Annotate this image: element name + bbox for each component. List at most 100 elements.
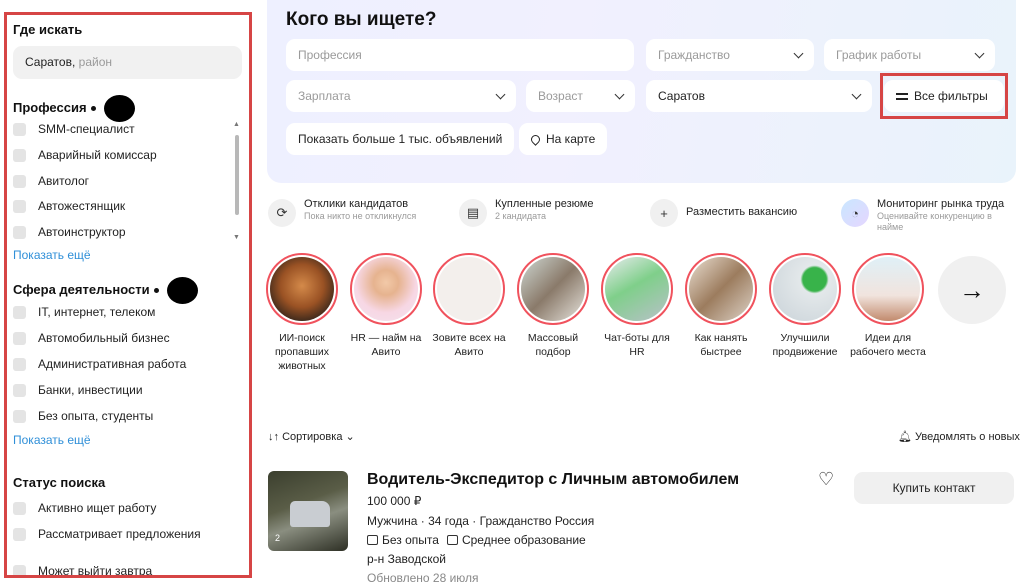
schedule-select[interactable]: График работы [824, 39, 995, 71]
checkbox[interactable] [13, 174, 26, 188]
story-item[interactable]: ИИ-поиск пропавших животных [262, 253, 342, 373]
filter-icon [896, 91, 908, 101]
favorite-heart-icon[interactable]: ♡ [818, 469, 834, 490]
sphere-option[interactable]: Банки, инвестиции [13, 381, 143, 399]
listing-price: 100 000 ₽ [367, 494, 422, 508]
profession-option[interactable]: SMM-специалист [13, 120, 135, 138]
sphere-option[interactable]: Автомобильный бизнес [13, 329, 170, 347]
briefcase-icon [367, 535, 378, 545]
sphere-option[interactable]: Без опыта, студенты [13, 407, 153, 425]
checkbox[interactable] [13, 527, 26, 541]
profession-option[interactable]: Автоинструктор [13, 223, 126, 241]
refresh-icon: ⟳ [268, 199, 296, 227]
story-item[interactable]: Чат-боты для HR [597, 253, 677, 359]
buy-contact-button[interactable]: Купить контакт [854, 472, 1014, 504]
story-item[interactable]: HR — найм на Авито [346, 253, 426, 359]
stories-next-button[interactable]: → [938, 256, 1006, 324]
listing-meta: Мужчина · 34 года · Гражданство Россия [367, 514, 595, 528]
listing-title[interactable]: Водитель-Экспедитор с Личным автомобилем [367, 471, 739, 489]
listing-photo[interactable]: 2 [268, 471, 348, 551]
checkbox[interactable] [13, 564, 26, 575]
on-map-button[interactable]: На карте [519, 123, 608, 155]
story-item[interactable]: Улучшили продвижение [765, 253, 845, 359]
profession-option[interactable]: Аварийный комиссар [13, 146, 157, 164]
profession-scrollbar[interactable]: ▲ ▼ [233, 121, 241, 241]
chevron-down-icon [851, 89, 862, 99]
citizenship-select[interactable]: Гражданство [646, 39, 814, 71]
story-item[interactable]: Как нанять быстрее [681, 253, 761, 359]
salary-select[interactable]: Зарплата [286, 80, 516, 112]
education-tag: Среднее образование [446, 533, 586, 547]
checkbox[interactable] [13, 305, 26, 319]
candidates-responses-action[interactable]: ⟳ Отклики кандидатов Пока никто не отклик… [268, 198, 416, 238]
profession-heading: Профессия [13, 95, 135, 122]
story-image [270, 257, 334, 321]
sphere-option[interactable]: Административная работа [13, 355, 186, 373]
checkbox[interactable] [13, 383, 26, 397]
bought-resumes-action[interactable]: ▤ Купленные резюме 2 кандидата [459, 198, 593, 238]
redaction-blob [166, 277, 198, 304]
filters-sidebar: Где искать Саратов, район Профессия SMM-… [4, 12, 252, 578]
indicator-dot [153, 288, 159, 293]
chart-icon: ◔ [841, 199, 869, 227]
story-image [689, 257, 753, 321]
profession-input[interactable]: Профессия [286, 39, 634, 71]
all-filters-button[interactable]: Все фильтры [884, 80, 1004, 112]
show-more-ads-button[interactable]: Показать больше 1 тыс. объявлений [286, 123, 515, 155]
status-option[interactable]: Рассматривает предложения [13, 525, 201, 543]
status-option[interactable]: Может выйти завтра [13, 562, 152, 575]
show-more-professions-link[interactable]: Показать ещё [13, 248, 91, 262]
story-image [354, 257, 418, 321]
listing-tags: Без опыта Среднее образование [367, 533, 586, 547]
sort-dropdown[interactable]: ↓↑ Сортировка ⌄ [268, 430, 355, 443]
scroll-thumb[interactable] [235, 135, 239, 215]
chevron-down-icon [974, 48, 985, 58]
checkbox[interactable] [13, 357, 26, 371]
notify-new-button[interactable]: 🔔︎ Уведомлять о новых [898, 430, 1020, 443]
checkbox[interactable] [13, 148, 26, 162]
market-monitoring-action[interactable]: ◔ Мониторинг рынка труда Оценивайте конку… [841, 198, 1007, 238]
plus-icon: + [650, 199, 678, 227]
story-item[interactable]: Массовый подбор [513, 253, 593, 359]
listing-updated: Обновлено 28 июля [367, 571, 479, 585]
checkbox[interactable] [13, 225, 26, 239]
scroll-up-icon[interactable]: ▲ [233, 121, 240, 128]
sphere-option[interactable]: IT, интернет, телеком [13, 303, 155, 321]
story-image [437, 257, 501, 321]
where-heading: Где искать [13, 22, 83, 37]
profession-option[interactable]: Автожестянщик [13, 197, 125, 215]
sphere-heading: Сфера деятельности [13, 277, 198, 304]
location-value: Саратов, [25, 55, 76, 69]
search-panel: Кого вы ищете? Профессия Гражданство Гра… [267, 0, 1016, 183]
location-placeholder: район [75, 55, 112, 69]
redaction-blob [103, 95, 135, 122]
story-item[interactable]: Зовите всех на Авито [429, 253, 509, 359]
map-pin-icon [529, 132, 542, 146]
arrow-right-icon: → [959, 274, 985, 305]
checkbox[interactable] [13, 409, 26, 423]
chevron-down-icon [495, 89, 506, 99]
city-select[interactable]: Саратов [646, 80, 872, 112]
sphere-heading-text: Сфера деятельности [13, 281, 150, 297]
checkbox[interactable] [13, 501, 26, 515]
location-input[interactable]: Саратов, район [13, 46, 242, 79]
checkbox[interactable] [13, 122, 26, 136]
story-item[interactable]: Идеи для рабочего места [848, 253, 928, 359]
bell-icon: 🔔︎ [898, 431, 912, 443]
chevron-down-icon [614, 89, 625, 99]
indicator-dot [90, 106, 96, 111]
sort-icon: ↓↑ [268, 431, 279, 443]
book-icon [446, 535, 458, 545]
profession-option[interactable]: Авитолог [13, 172, 89, 190]
chevron-down-icon [793, 48, 804, 58]
status-option[interactable]: Активно ищет работу [13, 499, 156, 517]
age-select[interactable]: Возраст [526, 80, 635, 112]
show-more-spheres-link[interactable]: Показать ещё [13, 433, 91, 447]
checkbox[interactable] [13, 199, 26, 213]
post-vacancy-action[interactable]: + Разместить вакансию [650, 198, 797, 238]
scroll-down-icon[interactable]: ▼ [233, 234, 240, 241]
story-image [773, 257, 837, 321]
checkbox[interactable] [13, 331, 26, 345]
story-image [605, 257, 669, 321]
story-image [521, 257, 585, 321]
